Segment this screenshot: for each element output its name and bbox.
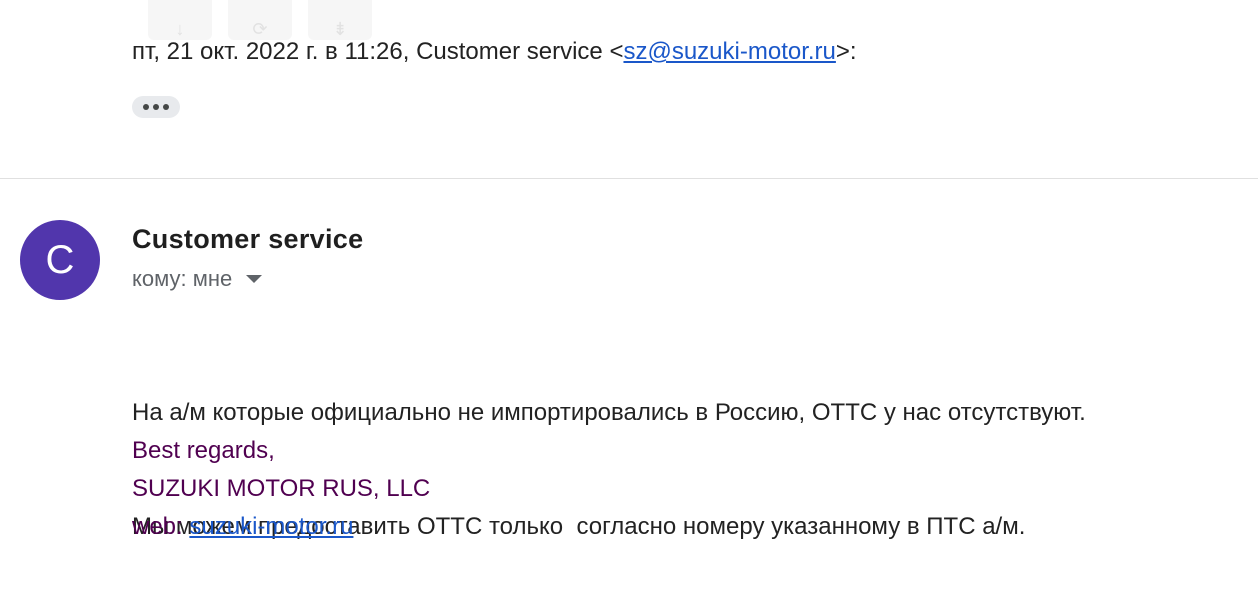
drive-glyph: ⇟ xyxy=(332,19,348,39)
avatar-letter: C xyxy=(45,237,75,282)
recipient-label: кому: мне xyxy=(132,266,233,291)
ellipsis-dot xyxy=(143,104,149,110)
signature-web: web: suzuki-motor.ru xyxy=(132,508,430,546)
quoted-header: пт, 21 окт. 2022 г. в 11:26, Customer se… xyxy=(132,38,857,66)
email-thread-view: ↓ ⟳ ⇟ пт, 21 окт. 2022 г. в 11:26, Custo… xyxy=(0,0,1258,600)
signature-web-link[interactable]: suzuki-motor.ru xyxy=(189,513,353,540)
download-icon[interactable]: ↓ xyxy=(148,0,212,40)
quoted-sender-email-link[interactable]: sz@suzuki-motor.ru xyxy=(623,38,835,65)
signature-greeting: Best regards, xyxy=(132,437,275,464)
refresh-glyph: ⟳ xyxy=(252,19,268,39)
sender-avatar[interactable]: C xyxy=(20,220,100,300)
recipient-details-toggle[interactable]: кому: мне xyxy=(132,266,263,292)
signature-company: SUZUKI MOTOR RUS, LLC xyxy=(132,475,431,502)
refresh-icon[interactable]: ⟳ xyxy=(228,0,292,40)
download-glyph: ↓ xyxy=(175,19,185,39)
body-line: На а/м которые официально не импортирова… xyxy=(132,399,1086,426)
signature-web-label: web: xyxy=(132,513,190,540)
drive-icon[interactable]: ⇟ xyxy=(308,0,372,40)
email-signature: Best regards, SUZUKI MOTOR RUS, LLC web:… xyxy=(132,432,430,546)
show-trimmed-content-button[interactable] xyxy=(132,96,180,118)
quoted-header-suffix: >: xyxy=(835,38,857,65)
quoted-header-prefix: пт, 21 окт. 2022 г. в 11:26, Customer se… xyxy=(132,38,624,65)
sender-name[interactable]: Customer service xyxy=(132,224,363,255)
message-divider xyxy=(0,178,1258,179)
caret-down-icon[interactable] xyxy=(246,275,263,283)
ellipsis-dot xyxy=(153,104,159,110)
toolbar-chips-partial: ↓ ⟳ ⇟ xyxy=(148,0,372,40)
ellipsis-dot xyxy=(163,104,169,110)
